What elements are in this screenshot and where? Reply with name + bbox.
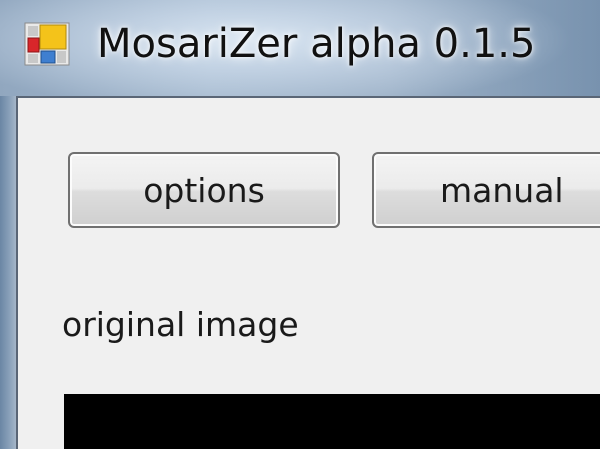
options-button[interactable]: options: [68, 152, 340, 228]
options-button-label: options: [143, 170, 265, 210]
manual-button[interactable]: manual: [372, 152, 600, 228]
original-image-label: original image: [62, 305, 299, 344]
app-window: MosariZer alpha 0.1.5 options manual ori…: [0, 0, 600, 449]
mosaic-app-icon: [24, 22, 70, 66]
window-frame-left: [0, 96, 16, 449]
window-title: MosariZer alpha 0.1.5: [97, 21, 536, 67]
title-bar[interactable]: MosariZer alpha 0.1.5: [0, 0, 600, 96]
manual-button-label: manual: [440, 170, 564, 210]
original-image-preview: [64, 394, 600, 449]
